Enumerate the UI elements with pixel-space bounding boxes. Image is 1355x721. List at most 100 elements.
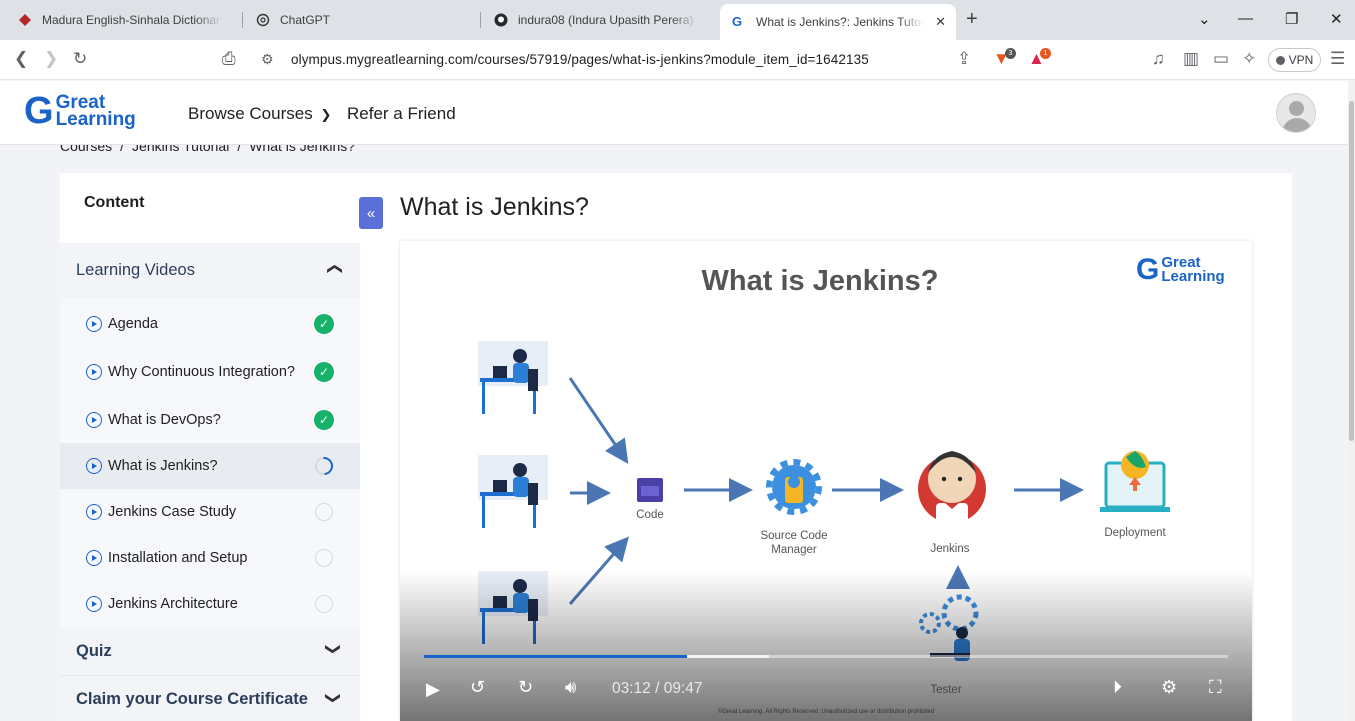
sidebar-icon[interactable]: ▥ <box>1183 49 1199 69</box>
leo-ai-icon[interactable]: ✧ <box>1242 49 1256 69</box>
lesson-label: Jenkins Architecture <box>108 596 238 612</box>
play-circle-icon <box>86 550 102 566</box>
logo-text-bottom: Learning <box>55 109 136 130</box>
deployment-icon <box>1100 451 1170 512</box>
refer-friend-link[interactable]: Refer a Friend <box>347 104 456 124</box>
great-learning-icon: G <box>732 14 743 29</box>
forward-icon[interactable]: ❯ <box>44 49 58 69</box>
site-header: G Great Learning Browse Courses ❯ Refer … <box>0 81 1355 145</box>
section-certificate[interactable]: Claim your Course Certificate ❯ <box>60 675 360 721</box>
close-tab-icon[interactable]: ✕ <box>935 14 946 30</box>
play-circle-icon <box>86 458 102 474</box>
seek-bar[interactable] <box>424 655 1228 658</box>
logo-text: Great Learning <box>55 93 136 130</box>
browser-tab-strip: Madura English-Sinhala Dictionary - Chat… <box>0 0 1355 40</box>
tab-jenkins-active[interactable]: G What is Jenkins?: Jenkins Tutorial ✕ <box>720 4 956 40</box>
complete-check-icon: ✓ <box>314 362 334 382</box>
github-icon <box>494 13 508 27</box>
volume-icon[interactable]: 🔊︎ <box>565 677 576 698</box>
lesson-label: What is DevOps? <box>108 412 221 428</box>
arrow-icon <box>568 377 629 464</box>
avatar[interactable] <box>1276 93 1316 133</box>
vpn-label: VPN <box>1288 53 1314 67</box>
lesson-label: Why Continuous Integration? <box>108 364 295 380</box>
chevron-down-icon: ❯ <box>324 642 342 656</box>
copyright-text: ©Great Learning. All Rights Reserved. Un… <box>717 709 935 715</box>
rewind-10-icon[interactable]: ↺ <box>470 677 485 698</box>
tab-title: indura08 (Indura Upasith Perera) <box>518 13 694 27</box>
scrollbar-thumb[interactable] <box>1349 101 1354 441</box>
tab-separator <box>480 12 481 28</box>
jenkins-logo-icon <box>918 451 986 525</box>
developer-icon <box>478 341 548 414</box>
tab-search-icon[interactable]: ⌄ <box>1198 10 1211 28</box>
section-label: Quiz <box>76 641 112 660</box>
menu-icon[interactable]: ☰ <box>1330 49 1345 69</box>
site-settings-icon[interactable]: ⚙ <box>261 51 274 68</box>
lesson-list: Agenda ✓ Why Continuous Integration? ✓ W… <box>60 298 360 627</box>
reload-icon[interactable]: ↻ <box>73 49 87 69</box>
great-learning-logo[interactable]: G Great Learning <box>24 92 136 130</box>
tab-title: What is Jenkins?: Jenkins Tutorial <box>756 15 924 29</box>
scm-label-line1: Source Code <box>760 530 828 542</box>
controls-gradient <box>400 571 1252 721</box>
tab-github[interactable]: indura08 (Indura Upasith Perera) <box>482 6 714 34</box>
play-circle-icon <box>86 316 102 332</box>
dictionary-icon <box>19 14 31 26</box>
share-icon[interactable]: ⇪ <box>957 49 971 69</box>
played-bar <box>424 655 687 658</box>
wallet-icon[interactable]: ▭ <box>1213 49 1229 69</box>
bookmark-icon[interactable]: ⎙ <box>222 49 236 69</box>
settings-gear-icon[interactable]: ⚙ <box>1161 677 1177 698</box>
section-label: Learning Videos <box>76 261 195 279</box>
browse-courses-menu[interactable]: Browse Courses ❯ <box>188 104 331 124</box>
alert-badge: 1 <box>1040 48 1051 59</box>
playback-speed-icon[interactable]: ⏵ <box>1113 677 1122 698</box>
lesson-jenkins-architecture[interactable]: Jenkins Architecture <box>60 581 360 627</box>
scm-label-line2: Manager <box>771 544 817 556</box>
sidebar-title: Content <box>84 194 145 211</box>
lesson-what-is-devops[interactable]: What is DevOps? ✓ <box>60 397 360 443</box>
deployment-label: Deployment <box>1104 527 1166 539</box>
page-scrollbar[interactable] <box>1348 81 1355 721</box>
lesson-label: Agenda <box>108 316 158 332</box>
forward-10-icon[interactable]: ↻ <box>518 677 533 698</box>
address-bar[interactable]: olympus.mygreatlearning.com/courses/5791… <box>291 52 869 67</box>
media-icon[interactable]: ♫ <box>1152 49 1165 69</box>
minimize-button[interactable]: — <box>1238 10 1253 27</box>
collapse-sidebar-button[interactable]: « <box>359 197 383 229</box>
code-label: Code <box>636 509 664 521</box>
lesson-installation-setup[interactable]: Installation and Setup <box>60 535 360 581</box>
developer-icon <box>478 455 548 528</box>
close-window-button[interactable]: ✕ <box>1330 10 1343 28</box>
tab-dictionary[interactable]: Madura English-Sinhala Dictionary - <box>6 6 238 34</box>
lesson-jenkins-case-study[interactable]: Jenkins Case Study <box>60 489 360 535</box>
section-learning-videos[interactable]: Learning Videos ❯ <box>60 243 360 298</box>
tab-title: Madura English-Sinhala Dictionary - <box>42 13 222 27</box>
back-icon[interactable]: ❮ <box>14 49 28 69</box>
chevron-up-icon: ❯ <box>325 262 343 276</box>
time-display: 03:12 / 09:47 <box>612 680 703 697</box>
tab-chatgpt[interactable]: ChatGPT <box>244 6 476 34</box>
new-tab-button[interactable]: + <box>966 8 978 31</box>
video-player[interactable]: What is Jenkins? G Great Learning Code S… <box>400 241 1252 721</box>
tester-label: Tester <box>930 684 962 696</box>
lesson-agenda[interactable]: Agenda ✓ <box>60 301 360 347</box>
source-code-manager-icon <box>766 459 822 515</box>
jenkins-label: Jenkins <box>930 543 970 555</box>
section-quiz[interactable]: Quiz ❯ <box>60 627 360 675</box>
lesson-label: Jenkins Case Study <box>108 504 237 520</box>
vpn-button[interactable]: VPN <box>1268 48 1321 72</box>
chevron-down-icon: ❯ <box>324 691 342 705</box>
play-circle-icon <box>86 364 102 380</box>
fullscreen-icon[interactable]: ⛶ <box>1209 677 1222 698</box>
content-sidebar: Content Learning Videos ❯ Agenda ✓ Why C… <box>60 173 360 721</box>
play-circle-icon <box>86 504 102 520</box>
play-circle-icon <box>86 412 102 428</box>
lesson-what-is-jenkins[interactable]: What is Jenkins? <box>60 443 360 489</box>
section-label: Claim your Course Certificate <box>76 690 308 708</box>
lesson-label: What is Jenkins? <box>108 458 218 474</box>
play-icon[interactable]: ▶ <box>426 679 440 700</box>
lesson-why-ci[interactable]: Why Continuous Integration? ✓ <box>60 349 360 395</box>
restore-button[interactable]: ❐ <box>1285 10 1298 28</box>
